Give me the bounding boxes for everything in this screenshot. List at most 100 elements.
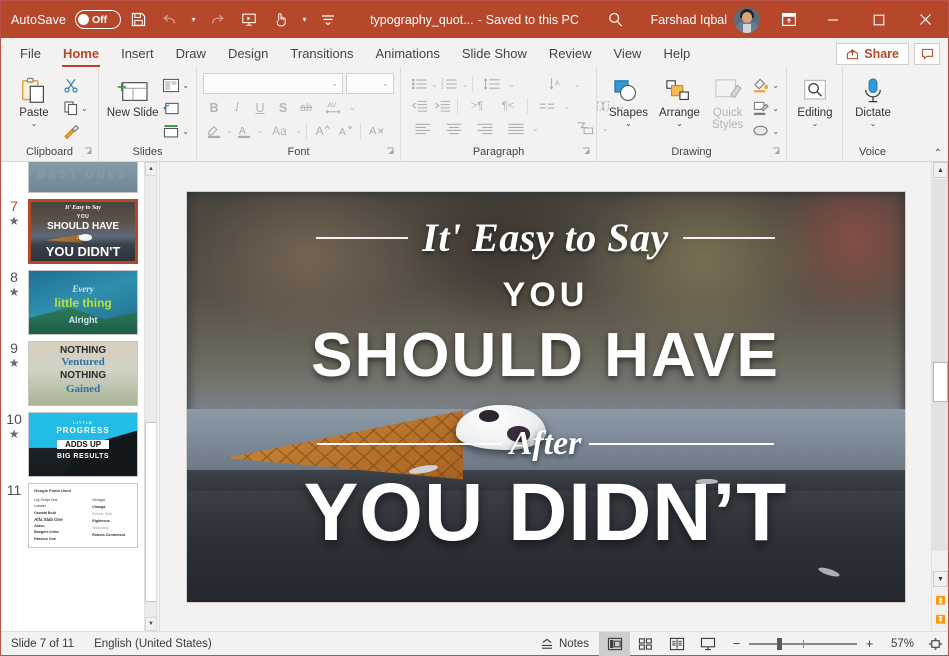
tab-view[interactable]: View [603, 40, 653, 67]
underline-button[interactable]: U [249, 97, 271, 118]
tab-file[interactable]: File [9, 40, 52, 67]
maximize-button[interactable] [856, 1, 902, 38]
dialog-launcher-icon[interactable] [772, 146, 781, 155]
text-highlight-color-button[interactable] [203, 120, 225, 141]
section-button[interactable]: ⌄ [160, 120, 191, 142]
align-center-button[interactable] [439, 118, 469, 139]
paste-dropdown-caret[interactable]: ⌄ [31, 120, 38, 128]
normal-view-button[interactable] [599, 631, 630, 656]
clear-all-formatting-button[interactable]: A [365, 120, 387, 141]
arrange-dropdown-caret[interactable]: ⌄ [676, 120, 683, 128]
strikethrough-button[interactable]: ab [295, 97, 317, 118]
text-direction-caret[interactable]: ⌄ [574, 80, 581, 89]
shape-fill-caret[interactable]: ⌄ [772, 81, 779, 90]
editing-dropdown-caret[interactable]: ⌄ [812, 120, 819, 128]
zoom-slider[interactable] [749, 637, 857, 650]
tab-draw[interactable]: Draw [165, 40, 217, 67]
slide-line-3[interactable]: SHOULD HAVE [187, 324, 905, 387]
font-size-combo[interactable]: ⌄ [346, 73, 394, 94]
character-spacing-caret[interactable]: ⌄ [349, 103, 356, 112]
quick-styles-button[interactable]: Quick Styles [705, 72, 750, 131]
scroll-thumb[interactable] [933, 362, 948, 402]
align-left-button[interactable] [408, 118, 438, 139]
comments-button[interactable] [914, 43, 940, 65]
undo-dropdown-caret[interactable]: ▾ [187, 6, 200, 34]
scroll-down-button[interactable]: ▼ [933, 571, 948, 587]
font-name-combo[interactable]: ⌄ [203, 73, 343, 94]
language-indicator[interactable]: English (United States) [84, 638, 222, 650]
thumbnail-image-10[interactable]: LITTLE PROGRESS ADDS UP BIG RESULTS [28, 412, 138, 477]
save-icon[interactable] [123, 6, 153, 34]
thumbnail-scrollbar[interactable]: ▲ ▼ [144, 162, 156, 631]
zoom-out-button[interactable]: − [731, 636, 742, 651]
paste-button[interactable]: Paste ⌄ [7, 72, 61, 128]
layout-dropdown-caret[interactable]: ⌄ [182, 81, 189, 90]
change-case-caret[interactable]: ⌄ [295, 126, 302, 135]
slide-vertical-scrollbar[interactable]: ▲ ▼ ⏫ ⏬ [931, 162, 948, 631]
align-right-button[interactable] [470, 118, 500, 139]
line-spacing-caret[interactable]: ⌄ [508, 80, 515, 89]
shape-effects-button[interactable]: ⌄ [750, 120, 781, 142]
thumbnail-image-9[interactable]: NOTHING Ventured NOTHING Gained [28, 341, 138, 406]
tab-help[interactable]: Help [652, 40, 701, 67]
increase-font-size-button[interactable]: A [311, 120, 333, 141]
slide-show-button[interactable] [692, 632, 723, 656]
close-button[interactable] [902, 1, 948, 38]
bullets-caret[interactable]: ⌄ [431, 80, 438, 89]
cut-button[interactable] [61, 74, 90, 96]
dictate-button[interactable]: Dictate ⌄ [849, 72, 897, 128]
slide-indicator[interactable]: Slide 7 of 11 [1, 638, 84, 650]
reset-button[interactable] [160, 97, 191, 119]
thumbnail-scroll-thumb[interactable] [145, 422, 156, 602]
italic-button[interactable]: I [226, 97, 248, 118]
customize-quick-access-toolbar-icon[interactable] [313, 6, 343, 34]
dialog-launcher-icon[interactable] [386, 146, 395, 155]
slide-line-2[interactable]: YOU [187, 276, 905, 315]
thumbnail-slide-7[interactable]: 7 ★ It' Easy to Say YOU SHOULD HAVE Afte… [1, 193, 144, 264]
shapes-button[interactable]: Shapes ⌄ [603, 72, 654, 128]
touch-mouse-mode-icon[interactable] [266, 6, 296, 34]
copy-button[interactable]: ⌄ [61, 97, 90, 119]
collapse-ribbon-icon[interactable]: ⌃ [934, 148, 942, 159]
start-presentation-icon[interactable] [234, 6, 264, 34]
decrease-font-size-button[interactable]: A [334, 120, 356, 141]
thumbnail-image-11[interactable]: Google Fonts Used Lily Script One Lobste… [28, 483, 138, 548]
right-to-left-button[interactable]: >¶ [462, 96, 492, 117]
current-slide[interactable]: It' Easy to Say YOU SHOULD HAVE After YO… [186, 191, 905, 602]
redo-icon[interactable] [202, 6, 232, 34]
touch-mode-dropdown-caret[interactable]: ▾ [298, 6, 311, 34]
next-slide-button[interactable]: ⏬ [933, 610, 948, 628]
tab-design[interactable]: Design [217, 40, 279, 67]
tab-transitions[interactable]: Transitions [279, 40, 364, 67]
slide-title-row[interactable]: It' Easy to Say [187, 214, 905, 261]
line-spacing-button[interactable] [477, 74, 507, 95]
numbering-caret[interactable]: ⌄ [462, 80, 469, 89]
shape-outline-caret[interactable]: ⌄ [772, 104, 779, 113]
slide-line-5[interactable]: YOU DIDN’T [187, 470, 905, 556]
fit-slide-to-window-button[interactable] [922, 637, 948, 651]
text-shadow-button[interactable]: S [272, 97, 294, 118]
tab-review[interactable]: Review [538, 40, 603, 67]
reading-view-button[interactable] [661, 632, 692, 656]
font-color-button[interactable]: A [234, 120, 256, 141]
shape-effects-caret[interactable]: ⌄ [772, 127, 779, 136]
bold-button[interactable]: B [203, 97, 225, 118]
autosave-toggle[interactable]: Off [75, 10, 122, 29]
arrange-button[interactable]: Arrange ⌄ [654, 72, 705, 128]
undo-icon[interactable] [155, 6, 185, 34]
shape-fill-button[interactable]: ⌄ [750, 74, 781, 96]
notes-button[interactable]: Notes [530, 632, 599, 656]
columns-button[interactable] [532, 96, 562, 117]
slide-after-row[interactable]: After [187, 425, 905, 463]
thumbnail-scroll-up-button[interactable]: ▲ [145, 162, 156, 176]
scroll-up-button[interactable]: ▲ [933, 162, 948, 178]
zoom-slider-handle[interactable] [777, 637, 782, 650]
section-dropdown-caret[interactable]: ⌄ [182, 127, 189, 136]
tab-insert[interactable]: Insert [110, 40, 165, 67]
numbering-button[interactable]: 123 [439, 74, 461, 95]
previous-slide-button[interactable]: ⏫ [933, 591, 948, 609]
highlight-color-caret[interactable]: ⌄ [226, 126, 233, 135]
thumbnail-image-6[interactable]: UNEXPECTED FRIENDSHIPS BEST ONES [28, 162, 138, 193]
editing-button[interactable]: Editing ⌄ [793, 72, 837, 128]
decrease-indent-button[interactable] [408, 96, 430, 117]
